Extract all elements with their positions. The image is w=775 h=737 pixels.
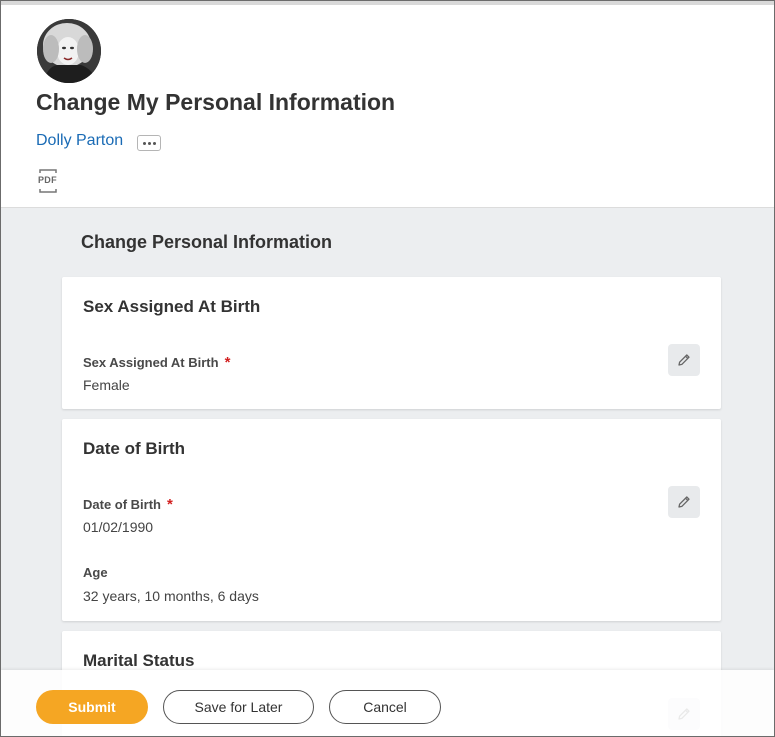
field-label: Date of Birth * (83, 496, 173, 513)
field-label-text: Date of Birth (83, 497, 161, 512)
avatar[interactable] (37, 19, 101, 83)
date-of-birth-card: Date of Birth Date of Birth * 01/02/1990 … (62, 419, 721, 621)
cancel-button[interactable]: Cancel (329, 690, 441, 724)
field-value: 32 years, 10 months, 6 days (83, 588, 259, 604)
card-title: Date of Birth (83, 439, 185, 458)
card-title: Marital Status (83, 651, 195, 670)
card-title: Sex Assigned At Birth (83, 297, 261, 316)
profile-photo-icon (37, 19, 101, 83)
worker-name-link[interactable]: Dolly Parton (36, 132, 123, 150)
field-label: Sex Assigned At Birth * (83, 354, 230, 371)
dot (152, 141, 156, 145)
field-label: Age (83, 565, 108, 580)
more-horizontal-icon (142, 141, 146, 145)
field-value: Female (83, 377, 130, 393)
pencil-icon (678, 496, 690, 508)
window-frame: Change My Personal Information Dolly Par… (0, 0, 775, 737)
page-title: Change My Personal Information (36, 89, 396, 115)
related-actions-button[interactable] (137, 135, 161, 151)
required-marker: * (167, 496, 173, 513)
required-marker: * (224, 354, 231, 371)
action-footer: Submit Save for Later Cancel (1, 670, 774, 736)
dot (147, 141, 151, 145)
main-content: Change Personal Information Sex Assigned… (1, 208, 774, 736)
submit-button[interactable]: Submit (36, 690, 148, 724)
edit-button[interactable] (668, 486, 700, 518)
pdf-icon[interactable]: PDF (37, 169, 59, 193)
page-header: Change My Personal Information Dolly Par… (1, 5, 774, 208)
edit-button[interactable] (668, 344, 700, 376)
pdf-label: PDF (38, 175, 57, 185)
save-for-later-button[interactable]: Save for Later (163, 690, 314, 724)
pencil-icon (678, 354, 690, 366)
field-value: 01/02/1990 (83, 519, 154, 535)
field-label-text: Sex Assigned At Birth (83, 355, 219, 370)
sex-assigned-at-birth-card: Sex Assigned At Birth Sex Assigned At Bi… (62, 277, 721, 409)
section-title: Change Personal Information (81, 232, 333, 252)
